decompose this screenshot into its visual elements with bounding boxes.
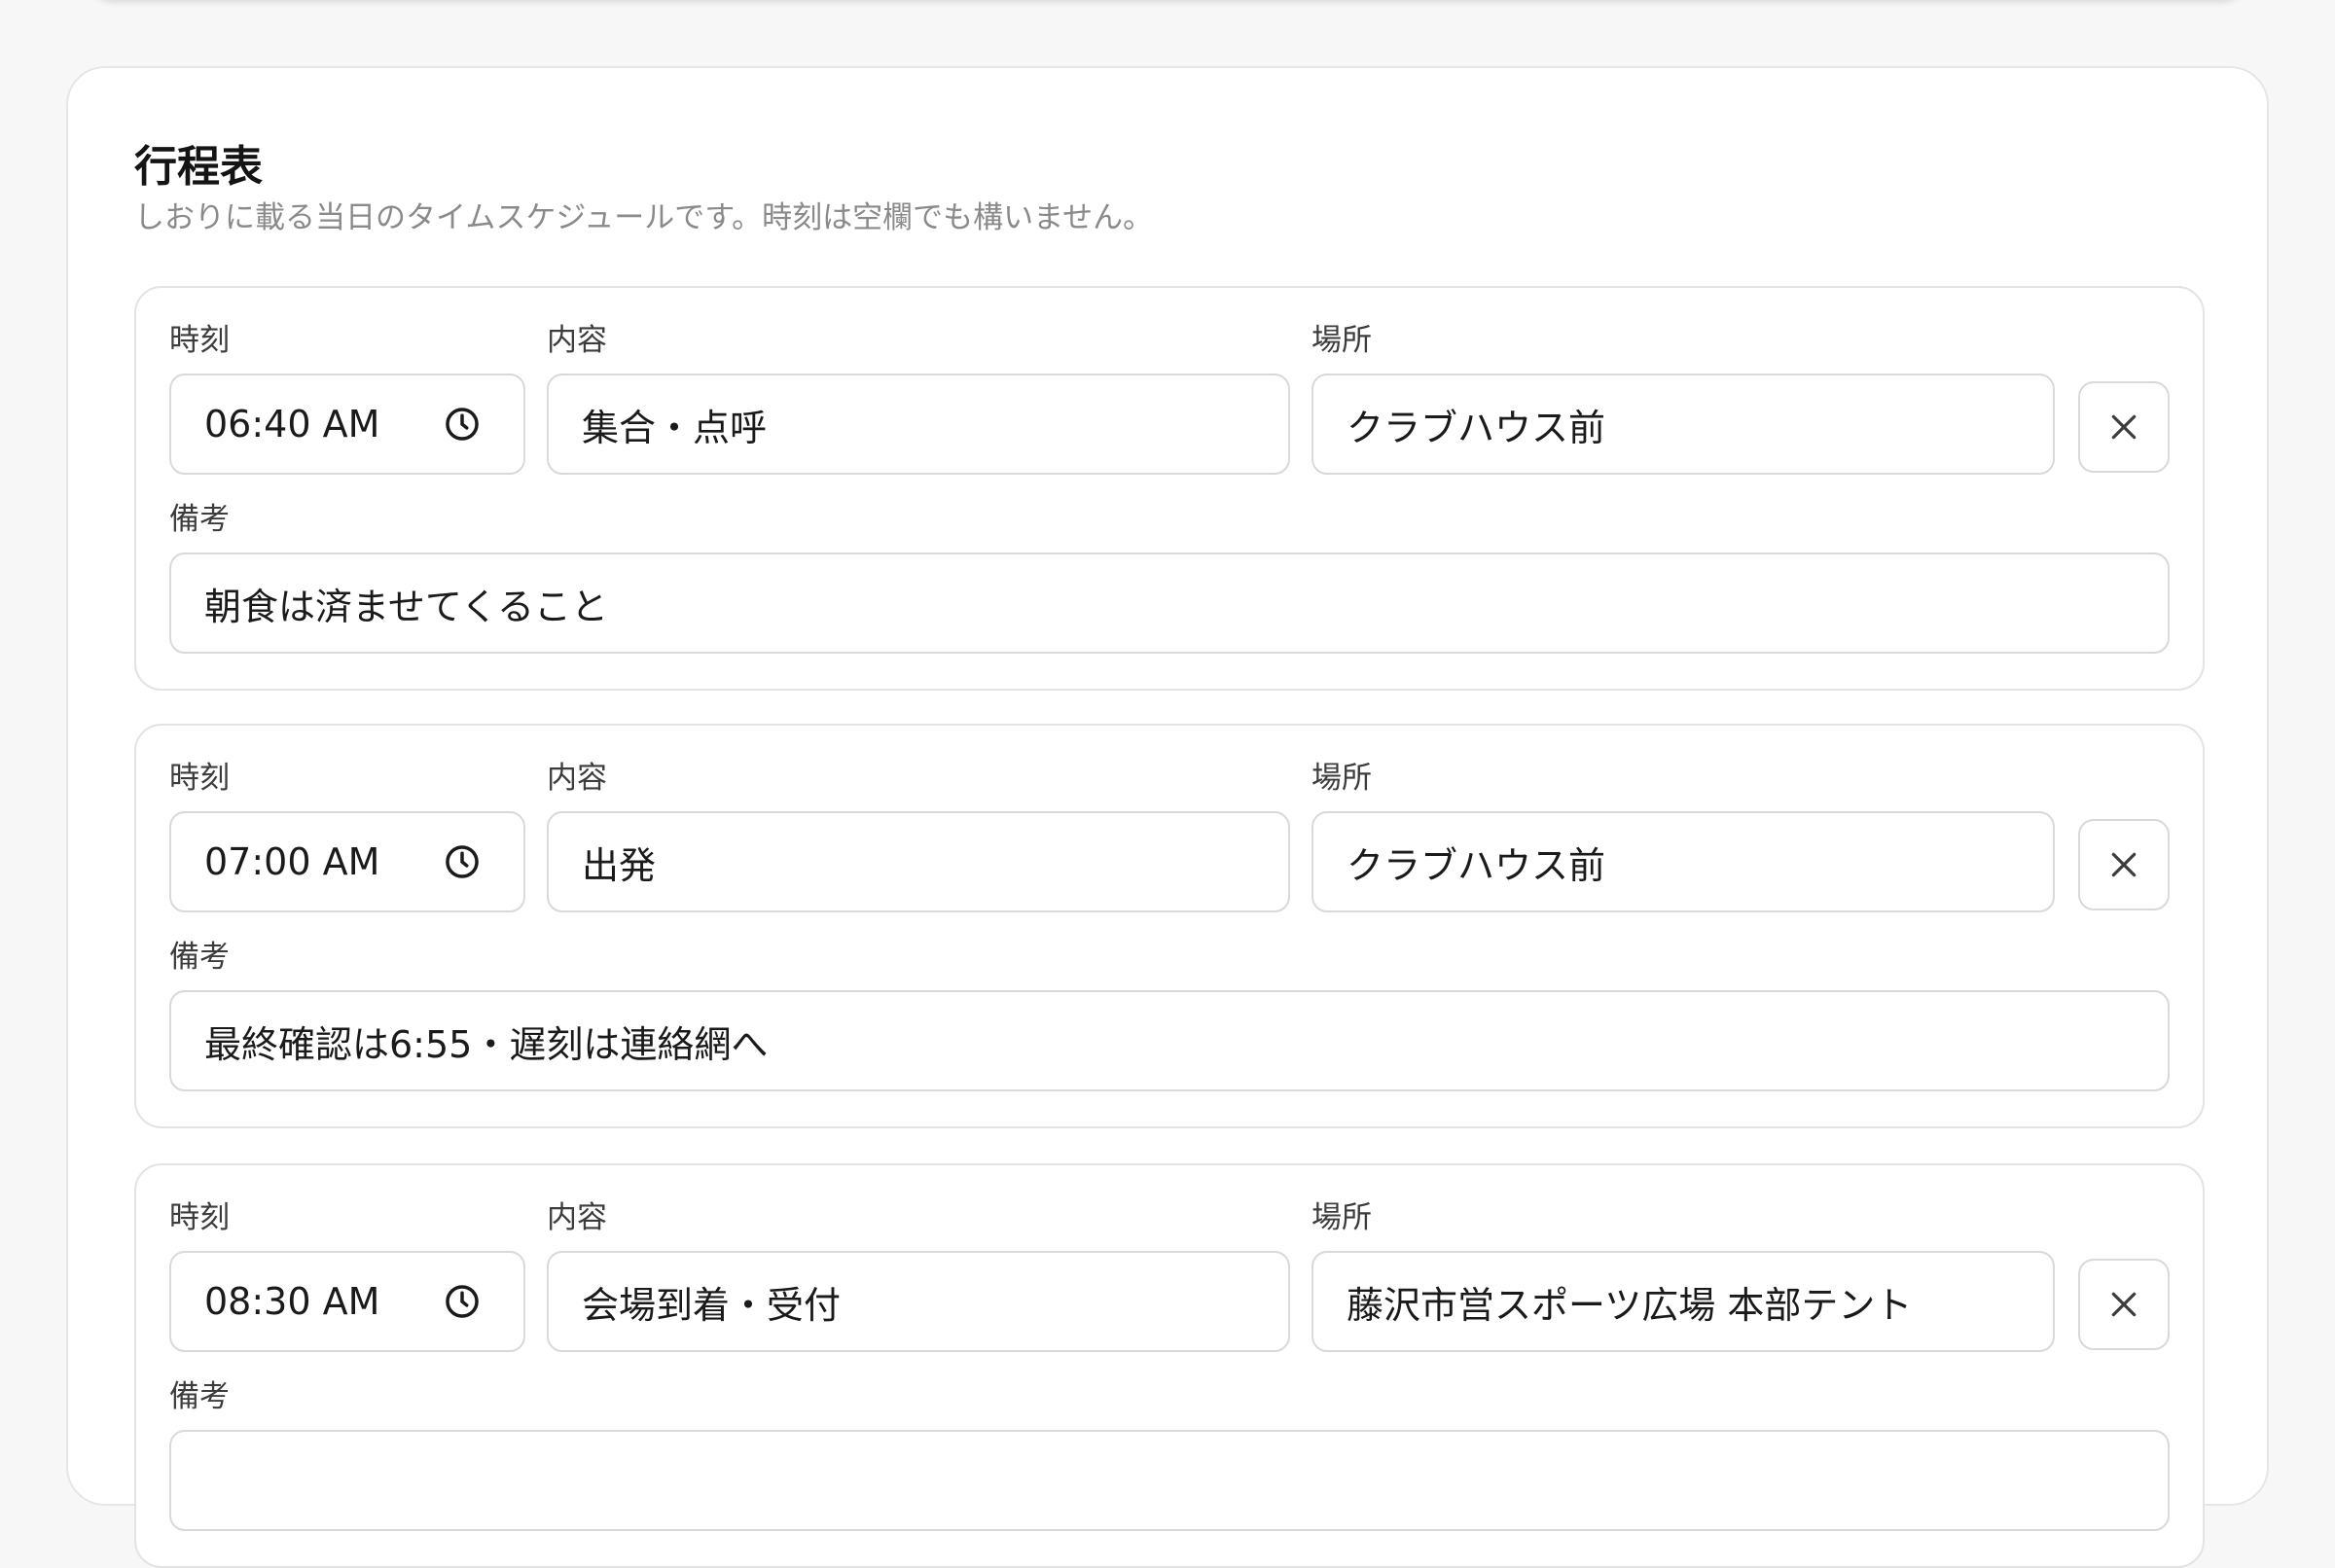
remove-entry-button[interactable] <box>2078 819 2170 910</box>
section-description: しおりに載る当日のタイムスケジュールです。時刻は空欄でも構いません。 <box>134 200 1154 235</box>
clock-icon[interactable] <box>444 1283 481 1320</box>
clock-icon[interactable] <box>444 843 481 880</box>
place-label: 場所 <box>1311 323 1372 358</box>
time-label: 時刻 <box>169 1200 230 1235</box>
time-value: 08:30 AM <box>204 1280 380 1323</box>
time-value: 06:40 AM <box>204 403 380 445</box>
content-label: 内容 <box>547 761 607 796</box>
close-icon <box>2111 414 2137 440</box>
remove-entry-button[interactable] <box>2078 381 2170 473</box>
place-label: 場所 <box>1311 761 1372 796</box>
schedule-entry: 時刻 08:30 AM 内容 会場到着・受付 場所 藤沢市営スポーツ広場 本部テ… <box>134 1163 2205 1568</box>
time-input[interactable]: 06:40 AM <box>169 374 525 475</box>
schedule-card: 行程表 しおりに載る当日のタイムスケジュールです。時刻は空欄でも構いません。 時… <box>66 66 2269 1568</box>
schedule-entry: 時刻 06:40 AM 内容 集合・点呼 場所 クラブハウス前 備考 朝食は済ま… <box>134 286 2205 691</box>
remove-entry-button[interactable] <box>2078 1259 2170 1350</box>
note-input[interactable] <box>169 1430 2170 1531</box>
schedule-entry: 時刻 07:00 AM 内容 出発 場所 クラブハウス前 備考 最終確認は6:5… <box>134 724 2205 1128</box>
note-input[interactable]: 朝食は済ませてくること <box>169 552 2170 654</box>
content-label: 内容 <box>547 323 607 358</box>
time-input[interactable]: 08:30 AM <box>169 1251 525 1352</box>
note-label: 備考 <box>169 1379 230 1414</box>
time-label: 時刻 <box>169 761 230 796</box>
content-label: 内容 <box>547 1200 607 1235</box>
clock-icon[interactable] <box>444 406 481 443</box>
content-input[interactable]: 会場到着・受付 <box>547 1251 1290 1352</box>
note-label: 備考 <box>169 502 230 537</box>
content-input[interactable]: 出発 <box>547 811 1290 912</box>
section-title: 行程表 <box>134 142 263 192</box>
close-icon <box>2111 852 2137 877</box>
close-icon <box>2111 1292 2137 1317</box>
content-input[interactable]: 集合・点呼 <box>547 374 1290 475</box>
note-label: 備考 <box>169 940 230 975</box>
place-input[interactable]: 藤沢市営スポーツ広場 本部テント <box>1311 1251 2055 1352</box>
note-input[interactable]: 最終確認は6:55・遅刻は連絡網へ <box>169 990 2170 1091</box>
place-input[interactable]: クラブハウス前 <box>1311 374 2055 475</box>
place-label: 場所 <box>1311 1200 1372 1235</box>
time-value: 07:00 AM <box>204 840 380 883</box>
time-label: 時刻 <box>169 323 230 358</box>
time-input[interactable]: 07:00 AM <box>169 811 525 912</box>
place-input[interactable]: クラブハウス前 <box>1311 811 2055 912</box>
